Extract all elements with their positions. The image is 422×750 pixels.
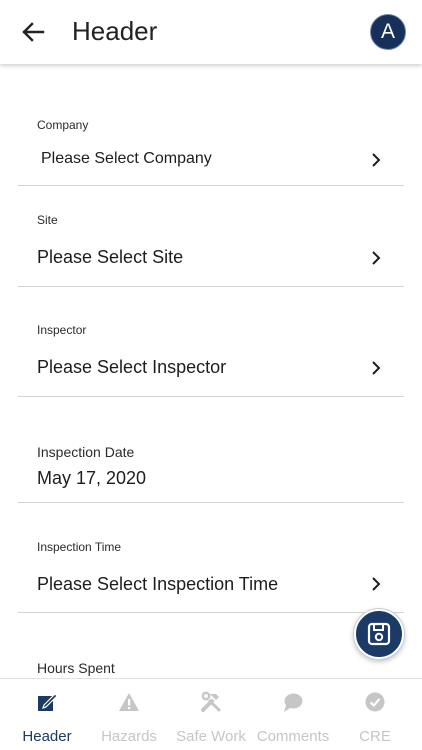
nav-label-safe-work: Safe Work bbox=[176, 728, 246, 745]
app-bar: Header A bbox=[0, 0, 422, 64]
nav-item-safe-work[interactable]: Safe Work bbox=[169, 679, 253, 750]
site-value: Please Select Site bbox=[37, 247, 184, 267]
nav-label-hazards: Hazards bbox=[101, 728, 157, 745]
nav-label-comments: Comments bbox=[256, 728, 330, 745]
nav-item-header[interactable]: Header bbox=[5, 679, 89, 750]
inspection-date-value: May 17, 2020 bbox=[37, 468, 147, 488]
site-field[interactable]: Site Please Select Site bbox=[18, 199, 404, 287]
chevron-right-icon bbox=[372, 153, 381, 167]
inspection-date-field[interactable]: Inspection Date May 17, 2020 bbox=[18, 430, 404, 503]
back-button[interactable] bbox=[14, 14, 52, 50]
tools-icon bbox=[201, 691, 221, 712]
nav-label-cre: CRE bbox=[359, 728, 391, 745]
company-label: Company bbox=[37, 118, 89, 132]
inspection-time-field[interactable]: Inspection Time Please Select Inspection… bbox=[18, 527, 404, 613]
nav-item-comments[interactable]: Comments bbox=[251, 679, 335, 750]
comment-icon bbox=[284, 693, 303, 712]
edit-icon bbox=[38, 693, 58, 711]
floppy-disk-icon bbox=[367, 622, 391, 646]
inspector-label: Inspector bbox=[37, 323, 87, 337]
nav-item-cre[interactable]: CRE bbox=[333, 679, 417, 750]
inspector-value: Please Select Inspector bbox=[37, 357, 227, 377]
site-label: Site bbox=[37, 213, 58, 227]
bottom-nav: Header Hazards Safe Work Comments CRE bbox=[0, 678, 422, 750]
company-value: Please Select Company bbox=[41, 150, 212, 167]
inspection-time-label: Inspection Time bbox=[37, 540, 122, 554]
hours-spent-label: Hours Spent bbox=[37, 660, 115, 676]
nav-item-hazards[interactable]: Hazards bbox=[87, 679, 171, 750]
inspector-field[interactable]: Inspector Please Select Inspector bbox=[18, 310, 404, 397]
nav-label-header: Header bbox=[22, 728, 72, 745]
inspection-time-value: Please Select Inspection Time bbox=[37, 574, 279, 594]
app-screen: Header A Company Please Select Company S… bbox=[0, 0, 422, 750]
warning-icon bbox=[119, 693, 139, 711]
check-circle-icon bbox=[365, 692, 385, 712]
chevron-right-icon bbox=[372, 577, 381, 591]
arrow-left-icon bbox=[22, 22, 45, 42]
page-title: Header bbox=[72, 16, 158, 46]
avatar[interactable]: A bbox=[370, 14, 406, 50]
chevron-right-icon bbox=[372, 361, 381, 375]
company-field[interactable]: Company Please Select Company bbox=[18, 102, 404, 186]
chevron-right-icon bbox=[372, 251, 381, 265]
inspection-date-label: Inspection Date bbox=[37, 444, 135, 460]
save-button[interactable] bbox=[354, 609, 404, 659]
